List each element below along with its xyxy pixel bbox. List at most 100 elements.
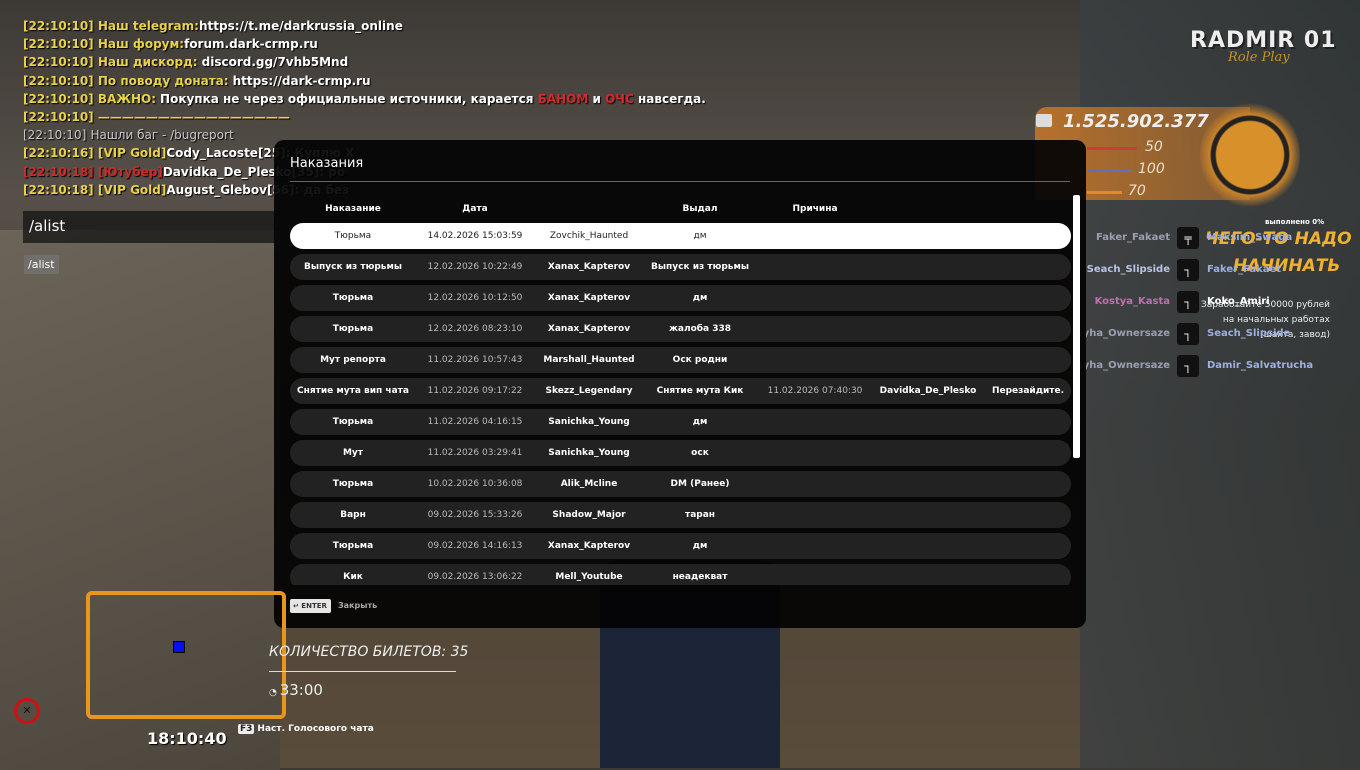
table-cell: Тюрьма — [332, 417, 374, 427]
table-row[interactable]: Мут 11.02.2026 03:29:41 Sanichka_Young оск — [290, 440, 1071, 466]
table-cell: 12.02.2026 10:22:49 — [427, 262, 523, 272]
table-cell: таран — [684, 510, 716, 520]
close-button[interactable]: Закрыть — [338, 601, 377, 610]
chat-label: ———————————————— — [97, 110, 290, 125]
table-cell: дм — [693, 231, 707, 241]
player-avatar — [1200, 100, 1300, 210]
chat-input[interactable]: /alist — [23, 211, 275, 243]
pistol-icon: ┐ — [1177, 291, 1199, 313]
chat-time: [22:10:10] — [23, 55, 94, 70]
chat-label: Наш дискорд: — [97, 55, 198, 70]
table-cell: оск — [691, 448, 709, 458]
dialog-title: Наказания — [290, 156, 364, 171]
table-cell: Xanax_Kapterov — [547, 262, 631, 272]
f3-key: F3 — [238, 724, 255, 734]
table-cell: неадекват — [672, 572, 728, 582]
chat-time: [22:10:16] — [23, 146, 94, 161]
table-row[interactable]: Варн 09.02.2026 15:33:26 Shadow_Major таран — [290, 502, 1071, 528]
table-cell: Тюрьма — [334, 231, 372, 241]
chat-line: [22:10:10] По поводу доната: https://dark… — [23, 72, 706, 90]
table-row[interactable]: Тюрьма 10.02.2026 10:36:08 Alik_Mcline DM (… — [290, 471, 1071, 497]
chat-line: [22:10:10] ———————————————— — [23, 108, 706, 126]
armor-bar — [1087, 169, 1132, 172]
chat-text-and: и — [592, 91, 601, 106]
table-cell: 11.02.2026 07:40:30 — [767, 386, 863, 396]
chat-time: [22:10:10] — [23, 128, 87, 143]
chat-line: [22:10:10] Наш telegram:https://t.me/dar… — [23, 17, 706, 35]
chat-line: [22:10:10] Наш форум:forum.dark-crmp.ru — [23, 35, 706, 53]
table-row[interactable]: Тюрьма 12.02.2026 10:12:50 Xanax_Kapterov д… — [290, 285, 1071, 311]
table-cell: 14.02.2026 15:03:59 — [427, 231, 523, 241]
pistol-icon: ┐ — [1177, 323, 1199, 345]
victim-name: Damir_Salvatrucha — [1207, 360, 1314, 371]
table-cell: Shadow_Major — [552, 510, 626, 520]
table-cell: Тюрьма — [332, 324, 374, 334]
table-cell: Skezz_Legendary — [545, 386, 633, 396]
health-value: 50 — [1145, 139, 1163, 155]
table-cell: Кик — [343, 572, 363, 582]
chat-label: [Ютубер] — [97, 164, 163, 179]
armor-value: 100 — [1138, 161, 1165, 177]
quest-progress: выполнено 0% — [1265, 218, 1325, 226]
table-cell: 11.02.2026 04:16:15 — [427, 417, 523, 427]
server-logo-sub: Role Play — [1228, 50, 1290, 65]
clock-icon: ◔ — [269, 688, 280, 698]
voice-chat-hint: F3 Наст. Голосового чата — [238, 724, 374, 734]
header-issuer: Выдал — [682, 204, 718, 214]
chat-time: [22:10:18] — [23, 182, 94, 197]
timer-value: 33:00 — [279, 681, 323, 699]
divider — [269, 671, 456, 672]
table-cell: Выпуск из тюрьмы — [651, 262, 749, 272]
table-cell: Alik_Mcline — [560, 479, 618, 489]
hunger-value: 70 — [1128, 183, 1146, 199]
chat-text: https://t.me/darkrussia_online — [198, 19, 403, 33]
header-punishment: Наказание — [325, 204, 381, 214]
table-row[interactable]: Выпуск из тюрьмы 12.02.2026 10:22:49 Xanax… — [290, 254, 1071, 280]
pistol-icon: ┐ — [1177, 259, 1199, 281]
punishments-dialog: Наказания Наказание Дата Выдал Причина Т… — [274, 140, 1086, 628]
header-date: Дата — [462, 204, 488, 214]
table-cell: 09.02.2026 15:33:26 — [427, 510, 523, 520]
killer-name: Faker_Fakaet — [1095, 232, 1170, 243]
table-row[interactable]: Кик 09.02.2026 13:06:22 Mell_Youtube неадек… — [290, 564, 1071, 585]
table-cell: Xanax_Kapterov — [547, 293, 631, 303]
table-row[interactable]: Мут репорта 11.02.2026 10:57:43 Marshall_H… — [290, 347, 1071, 373]
table-row[interactable]: Тюрьма 09.02.2026 14:16:13 Xanax_Kapterov д… — [290, 533, 1071, 559]
table-cell: Marshall_Haunted — [543, 355, 635, 365]
killer-name: Kostya_Kasta — [1094, 296, 1170, 307]
jail-timer: ◔ 33:00 — [269, 681, 323, 699]
divider — [290, 181, 1070, 182]
chat-label: По поводу доната: — [97, 73, 229, 88]
chat-line: [22:10:10] ВАЖНО: Покупка не через официа… — [23, 90, 706, 108]
chat-label: ВАЖНО: — [97, 91, 157, 106]
table-row[interactable]: Тюрьма 12.02.2026 08:23:10 Xanax_Kapterov ж… — [290, 316, 1071, 342]
table-cell: DM (Ранее) — [670, 479, 730, 489]
health-bar — [1087, 147, 1137, 150]
chat-time: [22:10:18] — [23, 164, 94, 179]
table-cell: 09.02.2026 14:16:13 — [427, 541, 523, 551]
chat-label: Наш telegram: — [97, 19, 199, 33]
table-cell: дм — [692, 541, 708, 551]
killer-name: Seach_Slipside — [1086, 264, 1170, 275]
table-cell: Sanichka_Young — [548, 448, 630, 458]
table-cell: 11.02.2026 03:29:41 — [427, 448, 523, 458]
table-row[interactable]: Снятие мута вип чата 11.02.2026 09:17:22 S… — [290, 378, 1071, 404]
enter-key-button[interactable]: ↵ ENTER — [290, 599, 331, 613]
punishment-list[interactable]: Тюрьма 14.02.2026 15:03:59 Zovchik_Haunted… — [290, 223, 1071, 585]
table-cell: Тюрьма — [332, 541, 374, 551]
table-cell: жалоба 338 — [668, 324, 732, 334]
table-row[interactable]: Тюрьма 11.02.2026 04:16:15 Sanichka_Young д… — [290, 409, 1071, 435]
chat-text: discord.gg/7vhb5Mnd — [201, 55, 349, 70]
table-cell: дм — [692, 417, 708, 427]
hunger-bar — [1087, 191, 1122, 194]
scrollbar[interactable] — [1073, 195, 1080, 458]
table-row[interactable]: Тюрьма 14.02.2026 15:03:59 Zovchik_Haunted… — [290, 223, 1071, 249]
chat-text: Нашли баг - /bugreport — [90, 128, 234, 143]
command-suggestion[interactable]: /alist — [24, 255, 59, 274]
table-cell: Sanichka_Young — [548, 417, 630, 427]
money-value: 1.525.902.377 — [1063, 111, 1209, 132]
wallet-icon — [1036, 114, 1052, 127]
chat-time: [22:10:10] — [23, 110, 94, 125]
table-cell: 11.02.2026 10:57:43 — [427, 355, 523, 365]
table-cell: Xanax_Kapterov — [547, 541, 631, 551]
